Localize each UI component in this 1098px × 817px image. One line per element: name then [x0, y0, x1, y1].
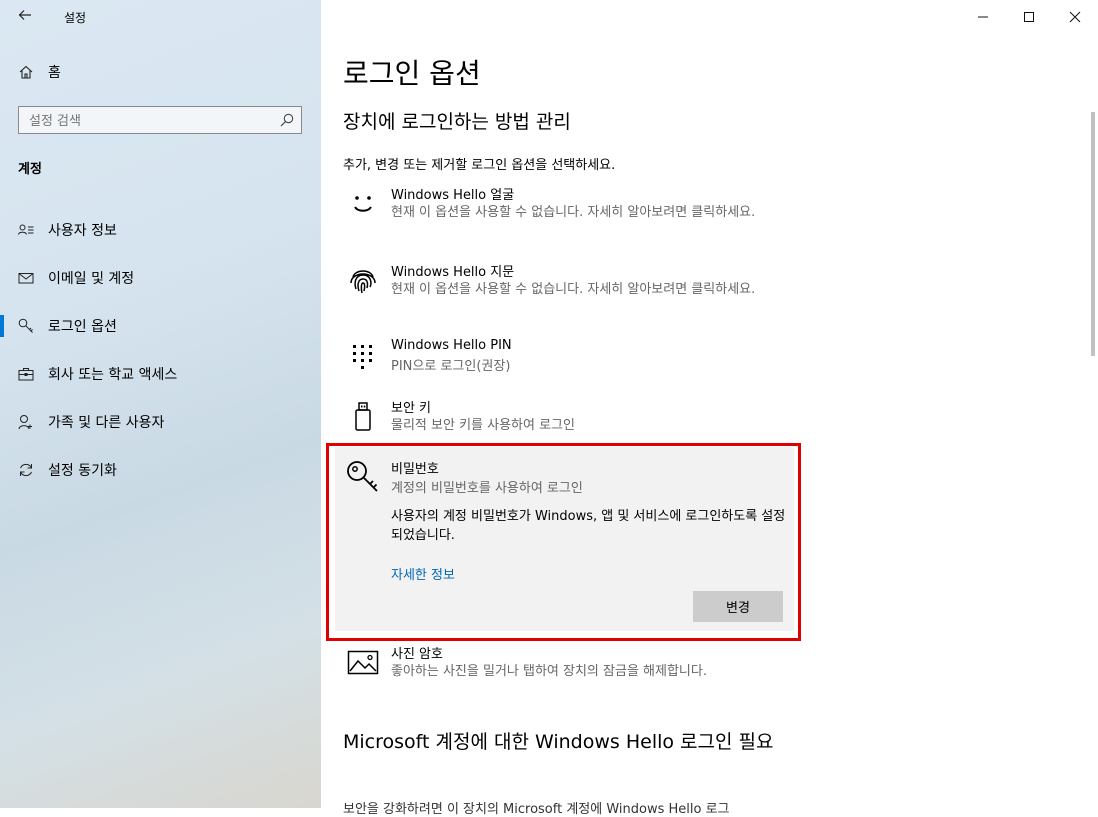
picture-icon [347, 650, 379, 675]
sidebar-item-label: 로그인 옵션 [48, 319, 117, 335]
close-button[interactable] [1052, 0, 1098, 34]
home-nav[interactable]: 홈 [18, 62, 61, 82]
option-title: 보안 키 [391, 401, 432, 416]
briefcase-icon [18, 366, 34, 382]
learn-more-link[interactable]: 자세한 정보 [391, 564, 455, 583]
key-icon [18, 318, 34, 334]
sidebar-item-family[interactable]: 가족 및 다른 사용자 [0, 398, 321, 446]
key-icon [347, 461, 378, 492]
minimize-button[interactable] [960, 0, 1006, 34]
close-icon [1069, 11, 1081, 23]
option-subtitle: 현재 이 옵션을 사용할 수 없습니다. 자세히 알아보려면 클릭하세요. [391, 205, 756, 220]
sidebar-item-email[interactable]: 이메일 및 계정 [0, 254, 321, 302]
sidebar: 설정 홈 계정 사용자 정보 이메일 및 계정 로그인 옵션 회사 또는 학교 … [0, 0, 321, 808]
window-controls [960, 0, 1098, 34]
page-description: 추가, 변경 또는 제거할 로그인 옵션을 선택하세요. [343, 158, 616, 173]
option-title: 비밀번호 [391, 462, 439, 477]
sidebar-item-sign-in-options[interactable]: 로그인 옵션 [0, 302, 321, 350]
sidebar-item-label: 설정 동기화 [48, 463, 117, 479]
option-subtitle: 계정의 비밀번호를 사용하여 로그인 [391, 481, 583, 496]
option-subtitle: 현재 이 옵션을 사용할 수 없습니다. 자세히 알아보려면 클릭하세요. [391, 282, 756, 297]
sidebar-item-sync[interactable]: 설정 동기화 [0, 446, 321, 494]
page-subtitle: 장치에 로그인하는 방법 관리 [343, 111, 571, 133]
sidebar-item-label: 이메일 및 계정 [48, 271, 135, 287]
sidebar-item-label: 사용자 정보 [48, 223, 117, 239]
option-subtitle: 물리적 보안 키를 사용하여 로그인 [391, 418, 575, 433]
section-heading-hello-required: Microsoft 계정에 대한 Windows Hello 로그인 필요 [343, 731, 774, 753]
sidebar-item-label: 회사 또는 학교 액세스 [48, 367, 178, 383]
option-password-expanded[interactable]: 비밀번호 계정의 비밀번호를 사용하여 로그인 사용자의 계정 비밀번호가 Wi… [335, 447, 794, 631]
person-add-icon [18, 414, 34, 430]
section-heading-accounts: 계정 [18, 162, 42, 177]
keypad-icon [353, 345, 372, 369]
option-hello-fingerprint[interactable]: Windows Hello 지문 현재 이 옵션을 사용할 수 없습니다. 자세… [343, 261, 803, 321]
mail-icon [18, 270, 34, 286]
sidebar-item-label: 가족 및 다른 사용자 [48, 415, 165, 431]
smile-face-icon [354, 196, 372, 212]
minimize-icon [978, 16, 988, 18]
home-icon [19, 65, 33, 79]
option-title: Windows Hello 얼굴 [391, 188, 515, 203]
app-title: 설정 [64, 11, 87, 25]
usb-key-icon [355, 402, 371, 431]
option-subtitle: PIN으로 로그인(권장) [391, 359, 511, 374]
sidebar-item-work-school[interactable]: 회사 또는 학교 액세스 [0, 350, 321, 398]
maximize-button[interactable] [1006, 0, 1052, 34]
user-card-icon [18, 222, 34, 238]
option-title: Windows Hello PIN [391, 338, 512, 353]
page-title: 로그인 옵션 [343, 57, 481, 90]
home-label: 홈 [48, 65, 61, 81]
maximize-icon [1024, 12, 1034, 22]
title-bar: 설정 [0, 0, 321, 34]
option-picture-password[interactable]: 사진 암호 좋아하는 사진을 밀거나 탭하여 장치의 잠금을 해제합니다. [343, 643, 803, 687]
option-title: 사진 암호 [391, 647, 443, 662]
search-box[interactable] [18, 106, 302, 134]
back-button[interactable] [14, 6, 36, 28]
option-subtitle: 좋아하는 사진을 밀거나 탭하여 장치의 잠금을 해제합니다. [391, 664, 707, 679]
fingerprint-icon [350, 270, 376, 294]
main-content: 로그인 옵션 장치에 로그인하는 방법 관리 추가, 변경 또는 제거할 로그인… [321, 0, 1098, 817]
option-title: Windows Hello 지문 [391, 265, 515, 280]
sync-icon [18, 462, 34, 478]
sidebar-item-user-info[interactable]: 사용자 정보 [0, 206, 321, 254]
search-input[interactable] [27, 111, 271, 131]
password-description: 사용자의 계정 비밀번호가 Windows, 앱 및 서비스에 로그인하도록 설… [391, 509, 786, 543]
scrollbar-thumb[interactable] [1091, 112, 1095, 356]
sidebar-nav: 사용자 정보 이메일 및 계정 로그인 옵션 회사 또는 학교 액세스 가족 및… [0, 206, 321, 494]
search-icon[interactable] [279, 112, 295, 128]
change-password-button[interactable]: 변경 [693, 591, 783, 622]
option-hello-pin[interactable]: Windows Hello PIN PIN으로 로그인(권장) [343, 338, 803, 382]
back-arrow-icon [18, 10, 31, 20]
option-security-key[interactable]: 보안 키 물리적 보안 키를 사용하여 로그인 [343, 397, 803, 441]
option-hello-face[interactable]: Windows Hello 얼굴 현재 이 옵션을 사용할 수 없습니다. 자세… [343, 184, 803, 244]
